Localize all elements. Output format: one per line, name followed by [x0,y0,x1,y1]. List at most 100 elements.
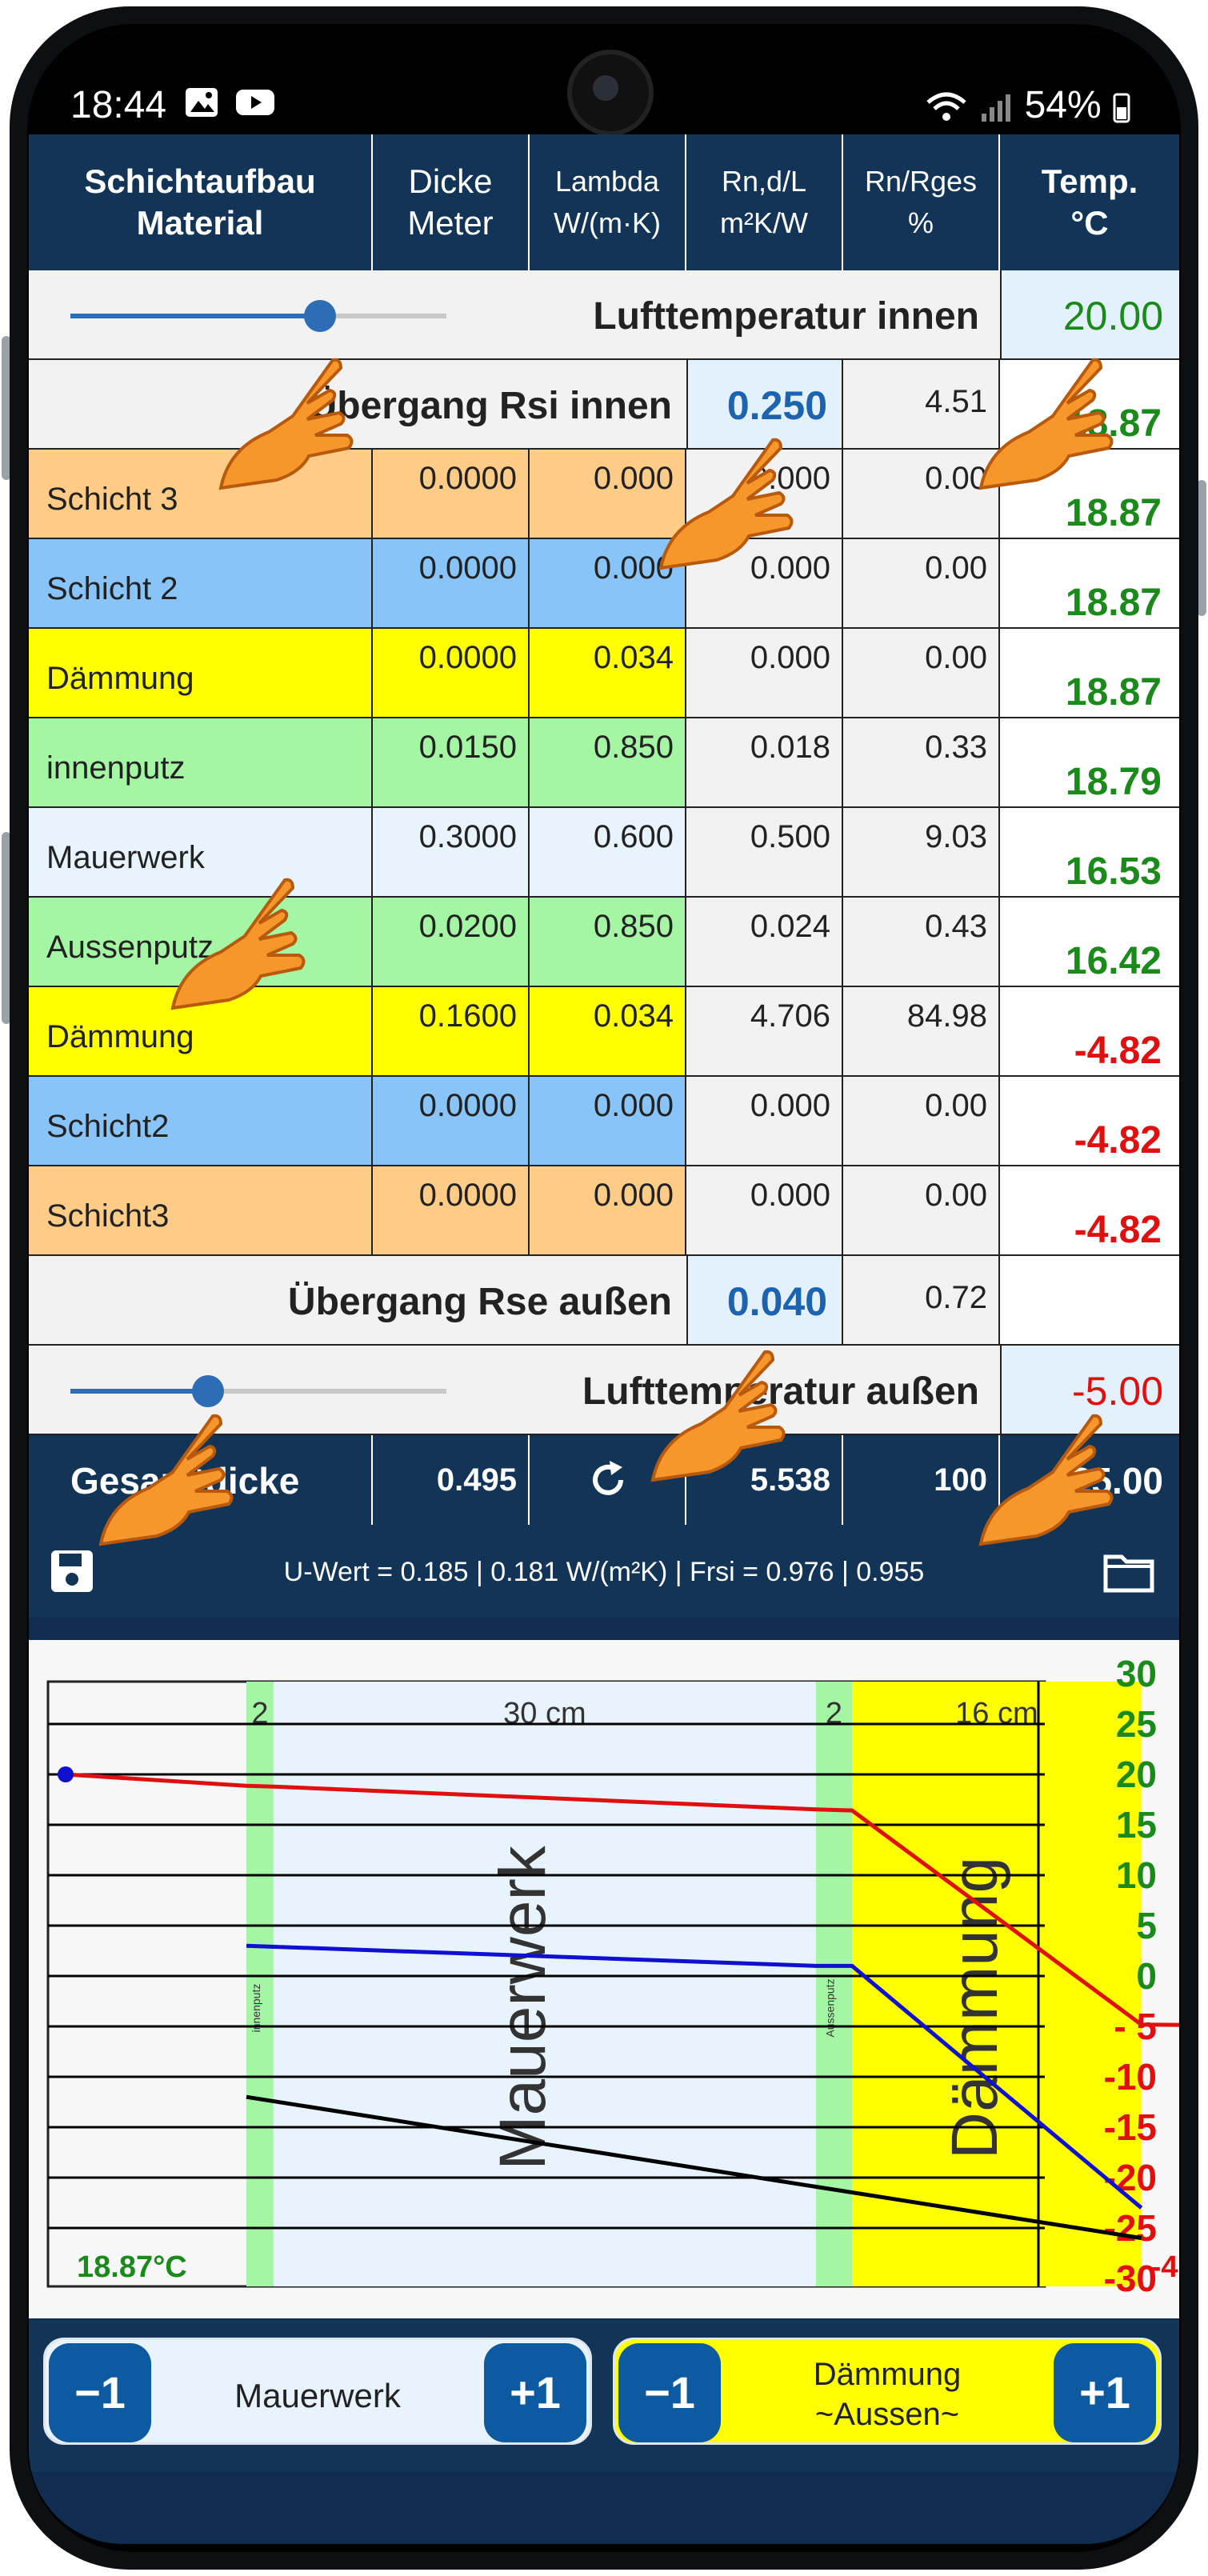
layer-temp-cell: -4.82 [1000,987,1179,1075]
layer-lambda-cell[interactable]: 0.034 [530,629,686,717]
battery-icon [1113,93,1130,123]
total-dicke: 0.495 [436,1462,517,1498]
inner-air-value-cell[interactable]: 20.00 [1000,270,1179,358]
rse-value-cell[interactable]: 0.040 [686,1256,843,1344]
layer-lambda-cell[interactable]: 0.000 [530,1077,686,1165]
layer-row[interactable]: innenputz 0.0150 0.850 0.018 0.33 18.79 [29,718,1179,808]
layer-temp-cell: -4.82 [1000,1077,1179,1165]
header-dicke-l2: Meter [407,204,494,242]
header-material-l2: Material [136,204,264,242]
chart-zone-label: 2 [826,1697,842,1730]
layer-pct: 0.00 [925,550,987,586]
layer-row[interactable]: Schicht3 0.0000 0.000 0.000 0.00 -4.82 [29,1166,1179,1256]
layer-temp-cell: 18.87 [1000,629,1179,717]
inner-air-slider-knob[interactable] [304,300,336,332]
header-temp-l1: Temp. [1041,162,1138,200]
layer-row[interactable]: Schicht2 0.0000 0.000 0.000 0.00 -4.82 [29,1077,1179,1166]
layer-dicke-cell[interactable]: 0.0000 [373,1166,530,1254]
layer-dicke-cell[interactable]: 0.0000 [373,629,530,717]
layer-pct-cell: 0.00 [843,629,1000,717]
layer-pct: 0.43 [925,909,987,944]
layer-lambda-cell[interactable]: 0.034 [530,987,686,1075]
header-lambda-l1: Lambda [554,165,660,198]
chart-ytick: 0 [1136,1955,1157,1997]
layer-name: innenputz [46,750,186,786]
header-dicke-l1: Dicke [408,162,493,200]
layer-dicke: 0.0200 [418,909,517,944]
layer-dicke-cell[interactable]: 0.3000 [373,808,530,896]
chart-ytick: -30 [1104,2258,1157,2299]
layer-r: 0.000 [750,640,830,675]
layer-pct: 9.03 [925,819,987,854]
layer-dicke: 0.0000 [418,461,517,496]
layer-pct-cell: 0.33 [843,718,1000,806]
layer-lambda-cell[interactable]: 0.850 [530,898,686,986]
layer-dicke-cell[interactable]: 0.1600 [373,987,530,1075]
header-rnrges: Rn/Rges % [843,134,1000,270]
layer-row[interactable]: Dämmung 0.0000 0.034 0.000 0.00 18.87 [29,629,1179,718]
chart-zone-vertical-label: Mauerwerk [486,1845,559,2170]
layer-dicke: 0.3000 [418,819,517,854]
layer-name: Schicht3 [46,1198,170,1234]
layer-temp: -4.82 [1074,1119,1162,1162]
layer-dicke-cell[interactable]: 0.0200 [373,898,530,986]
rsi-label: Übergang Rsi innen [309,385,672,427]
layer-lambda-cell[interactable]: 0.850 [530,718,686,806]
outer-air-slider-knob[interactable] [192,1375,224,1407]
mauerwerk-plus-button[interactable]: +1 [484,2343,586,2442]
mauerwerk-stepper: −1 Mauerwerk +1 [43,2338,592,2445]
layer-lambda: 0.034 [593,998,674,1034]
pointing-hand-icon [973,1408,1117,1556]
layer-temp-cell: 18.87 [1000,539,1179,627]
layer-dicke-cell[interactable]: 0.0000 [373,450,530,538]
inner-air-slider-fill [70,314,318,318]
header-temp-l2: °C [1070,204,1109,242]
layer-dicke-cell[interactable]: 0.0000 [373,539,530,627]
layer-name-cell: Schicht2 [29,1077,373,1165]
layer-lambda-cell[interactable]: 0.600 [530,808,686,896]
inner-air-row: Lufttemperatur innen 20.00 [29,270,1179,360]
layer-pct-cell: 0.00 [843,539,1000,627]
pointing-hand-icon [93,1408,237,1556]
layer-name: Schicht2 [46,1109,170,1144]
layer-dicke: 0.0000 [418,640,517,675]
chart-ytick: 5 [1136,1905,1157,1946]
layer-dicke-cell[interactable]: 0.0150 [373,718,530,806]
temperature-chart-svg: 2 innenputz 30 cm Mauerwerk 2 Aussenputz 16 cm… [46,1653,1179,2299]
layer-dicke: 0.0150 [418,730,517,765]
header-dicke: Dicke Meter [373,134,530,270]
chart-ytick: 15 [1116,1804,1157,1846]
notification-icons [184,83,276,119]
layer-dicke: 0.0000 [418,1178,517,1213]
wifi-icon [926,92,966,122]
temperature-chart: 2 innenputz 30 cm Mauerwerk 2 Aussenputz 16 cm… [29,1640,1179,2318]
header-lambda-l2: W/(m·K) [554,206,661,239]
pointing-hand-icon [653,432,797,580]
u-value-info: U-Wert = 0.185 | 0.181 W/(m²K) | Frsi = … [283,1557,925,1587]
stepper-bar: −1 Mauerwerk +1 −1 Dämmung ~Aussen~ +1 [29,2320,1179,2472]
layer-lambda: 0.000 [593,1088,674,1123]
layer-temp: 18.87 [1065,671,1162,714]
layer-lambda: 0.600 [593,819,674,854]
chart-zone-label: 2 [251,1697,268,1730]
refresh-icon [593,1461,623,1495]
chart-ytick: -25 [1104,2207,1157,2249]
mauerwerk-minus-button[interactable]: −1 [49,2343,151,2442]
status-bar: 18:44 54% [29,32,1179,136]
layer-pct-cell: 0.00 [843,1166,1000,1254]
header-material-l1: Schichtaufbau [84,162,316,200]
layer-dicke-cell[interactable]: 0.0000 [373,1077,530,1165]
inner-air-label: Lufttemperatur innen [593,295,979,338]
layer-name-cell: Schicht 2 [29,539,373,627]
rse-pct-cell: 0.72 [843,1256,1000,1344]
layer-r: 0.024 [750,909,830,944]
chart-zone-label: 16 cm [955,1697,1038,1730]
layer-pct: 0.00 [925,640,987,675]
layer-row[interactable]: Schicht 2 0.0000 0.000 0.000 0.00 18.87 [29,539,1179,629]
daemmung-plus-button[interactable]: +1 [1054,2343,1156,2442]
layer-temp: -4.82 [1074,1030,1162,1072]
daemmung-minus-button[interactable]: −1 [618,2343,721,2442]
layer-lambda-cell[interactable]: 0.000 [530,1166,686,1254]
youtube-icon [236,90,275,116]
layer-temp-cell: 16.53 [1000,808,1179,896]
